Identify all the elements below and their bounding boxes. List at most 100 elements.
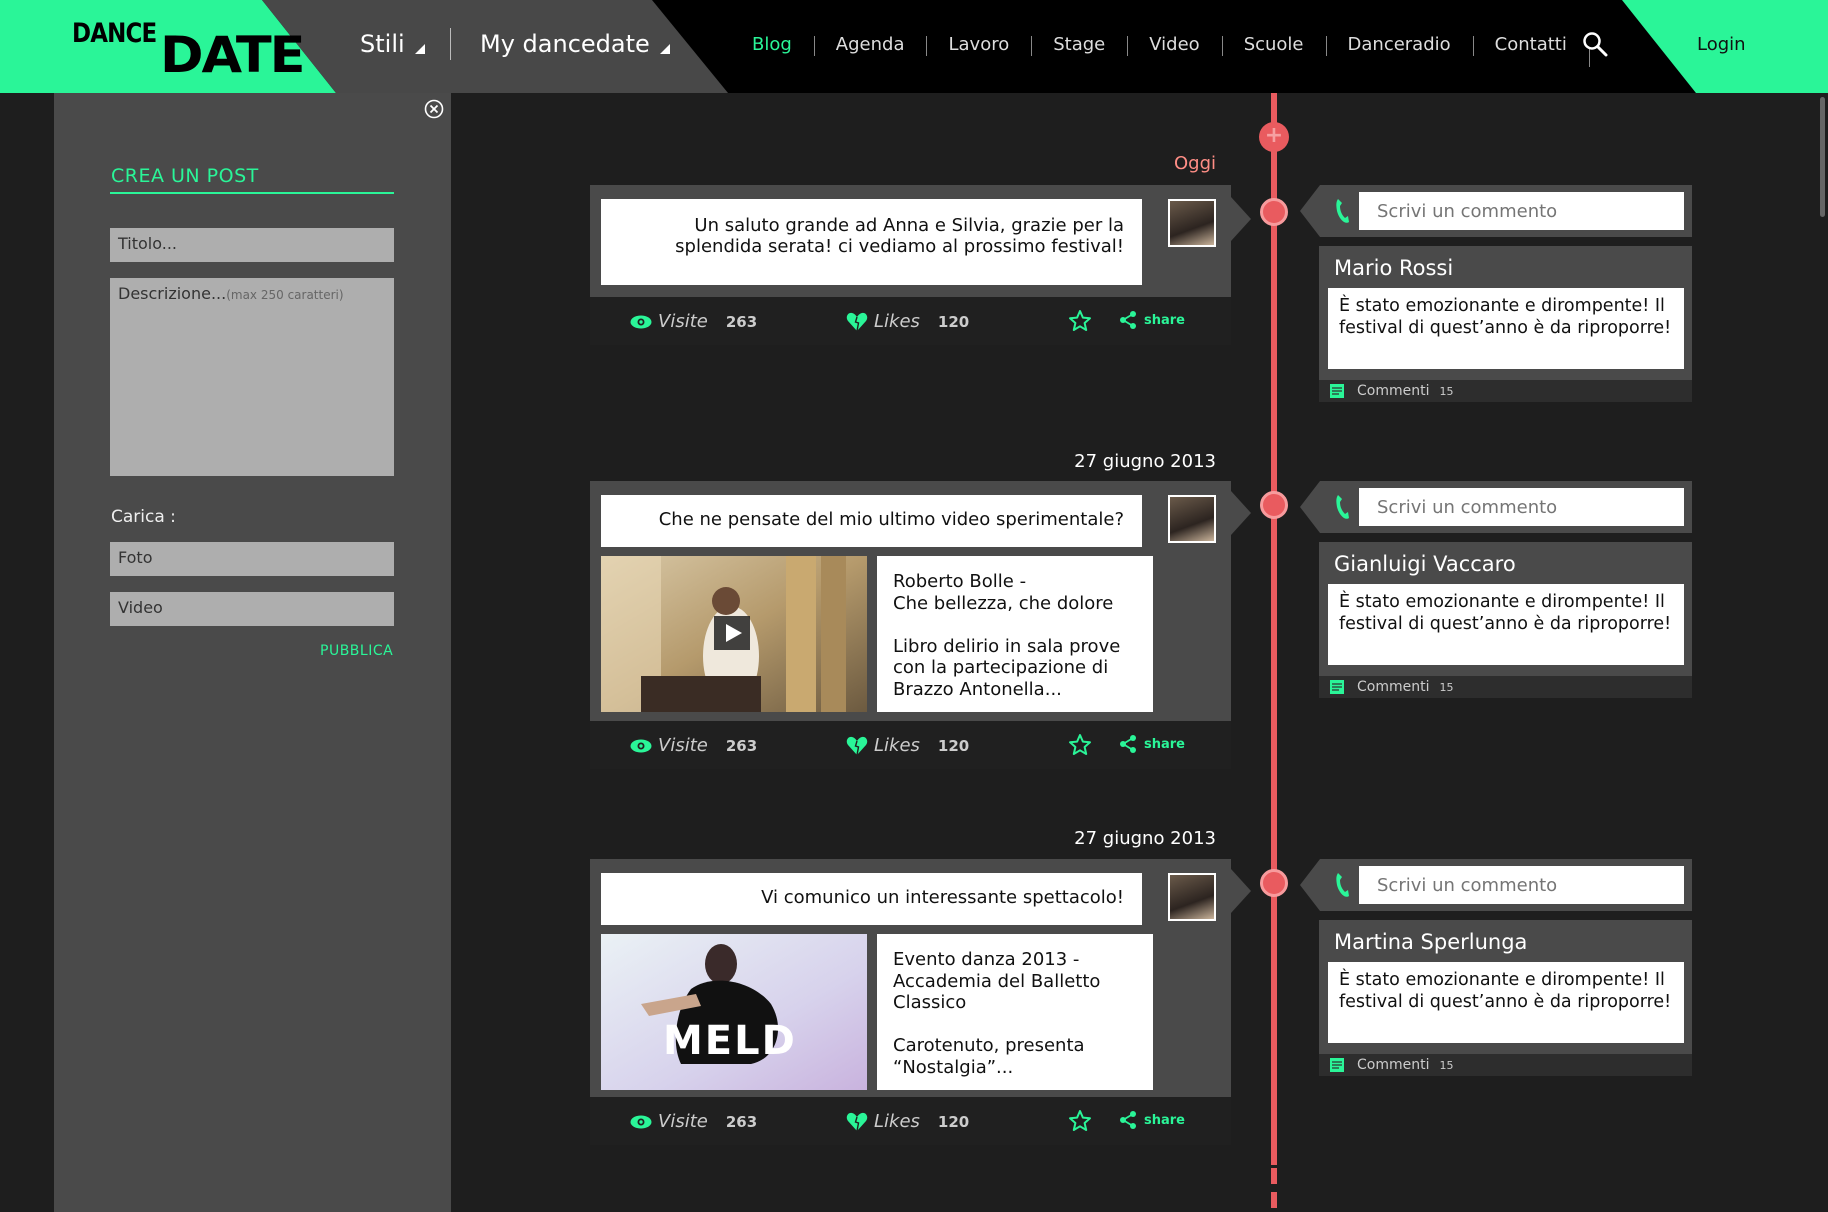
comments-label: Commenti: [1357, 383, 1430, 399]
description-hint: (max 250 caratteri): [226, 288, 344, 302]
comments-link[interactable]: Commenti 15: [1319, 676, 1692, 698]
comment-text: È stato emozionante e dirompente! Il fes…: [1328, 584, 1684, 665]
description-textarea[interactable]: Descrizione...(max 250 caratteri): [110, 278, 394, 476]
likes-label: Likes: [874, 735, 920, 756]
nav-lavoro[interactable]: Lavoro: [926, 34, 1031, 56]
post-text: Che ne pensate del mio ultimo video sper…: [601, 495, 1142, 547]
triangle-down-icon: [659, 44, 670, 54]
comments-link[interactable]: Commenti 15: [1319, 380, 1692, 402]
phone-icon: [1336, 873, 1349, 897]
nav-stage[interactable]: Stage: [1031, 34, 1127, 56]
post-pointer: [1231, 197, 1251, 241]
comments-link[interactable]: Commenti 15: [1319, 1054, 1692, 1076]
post-pointer: [1231, 869, 1251, 913]
visits-stat: Visite 263: [630, 735, 757, 756]
upload-photo-label: Foto: [118, 548, 153, 567]
dropdown-stili[interactable]: Stili: [360, 30, 425, 58]
likes-stat[interactable]: Likes 120: [846, 735, 969, 756]
share-button[interactable]: share: [1118, 310, 1185, 330]
share-label: share: [1144, 1112, 1185, 1128]
logo[interactable]: DANCE DATE: [72, 14, 306, 84]
post-pointer: [1231, 491, 1251, 535]
share-label: share: [1144, 736, 1185, 752]
nav-scuole[interactable]: Scuole: [1221, 34, 1326, 56]
nav-blog[interactable]: Blog: [730, 34, 814, 55]
post-text: Vi comunico un interessante spettacolo!: [601, 873, 1142, 925]
publish-button[interactable]: PUBBLICA: [320, 643, 393, 659]
likes-count: 120: [937, 312, 970, 331]
post-date: Oggi: [1173, 153, 1216, 174]
title-input[interactable]: Titolo...: [110, 228, 394, 262]
post-date: 27 giugno 2013: [1074, 828, 1216, 849]
visits-stat: Visite 263: [630, 311, 757, 332]
comment-author[interactable]: Gianluigi Vaccaro: [1334, 552, 1516, 576]
comment-input[interactable]: [1359, 488, 1684, 526]
comment-author[interactable]: Martina Sperlunga: [1334, 930, 1527, 954]
event-image[interactable]: MELD: [601, 934, 867, 1090]
scrollbar[interactable]: [1820, 97, 1825, 217]
search-icon[interactable]: [1582, 31, 1608, 57]
likes-label: Likes: [874, 311, 920, 332]
share-icon: [1120, 1111, 1136, 1129]
visits-count: 263: [725, 736, 758, 755]
nav-video[interactable]: Video: [1127, 34, 1221, 56]
create-post-title: CREA UN POST: [111, 165, 259, 187]
media-description: Evento danza 2013 - Accademia del Ballet…: [877, 934, 1153, 1090]
timeline-dash: [1271, 1192, 1277, 1208]
login-link[interactable]: Login: [1697, 34, 1746, 55]
video-thumbnail[interactable]: [601, 556, 867, 712]
comment-card: Martina Sperlunga È stato emozionante e …: [1319, 920, 1692, 1076]
comment-card: Mario Rossi È stato emozionante e diromp…: [1319, 246, 1692, 402]
timeline-add-button[interactable]: +: [1259, 122, 1289, 152]
star-icon[interactable]: [1068, 1109, 1092, 1133]
share-button[interactable]: share: [1118, 1110, 1185, 1130]
nav-contatti[interactable]: Contatti: [1472, 34, 1589, 56]
comments-label: Commenti: [1357, 1057, 1430, 1073]
header-divider: [450, 28, 451, 60]
visits-count: 263: [725, 312, 758, 331]
share-label: share: [1144, 312, 1185, 328]
heart-icon: [846, 1112, 868, 1131]
comments-count: 15: [1439, 384, 1454, 398]
logo-text-dance: DANCE: [72, 18, 157, 49]
comments-count: 15: [1439, 680, 1454, 694]
comment-input[interactable]: [1359, 866, 1684, 904]
eye-icon: [630, 739, 652, 752]
close-icon[interactable]: [424, 99, 444, 119]
avatar[interactable]: [1168, 495, 1216, 543]
post-card: Un saluto grande ad Anna e Silvia, grazi…: [590, 185, 1251, 345]
comment-input-box: [1300, 859, 1692, 911]
post-footer: Visite 263 Likes 120 share: [590, 1097, 1231, 1145]
likes-stat[interactable]: Likes 120: [846, 1111, 969, 1132]
visits-label: Visite: [658, 1111, 708, 1132]
timeline-dash: [1271, 1168, 1277, 1184]
title-placeholder: Titolo...: [118, 234, 177, 253]
triangle-down-icon: [414, 44, 425, 54]
upload-photo-button[interactable]: Foto: [110, 542, 394, 576]
likes-count: 120: [937, 1112, 970, 1131]
comment-input[interactable]: [1359, 192, 1684, 230]
share-button[interactable]: share: [1118, 734, 1185, 754]
comment-author[interactable]: Mario Rossi: [1334, 256, 1453, 280]
event-image-text: MELD: [663, 1018, 797, 1064]
nav-agenda[interactable]: Agenda: [813, 34, 927, 56]
post-footer: Visite 263 Likes 120 share: [590, 297, 1231, 345]
avatar[interactable]: [1168, 199, 1216, 247]
timeline-dot: [1260, 491, 1288, 519]
upload-video-button[interactable]: Video: [110, 592, 394, 626]
likes-stat[interactable]: Likes 120: [846, 311, 969, 332]
comment-text: È stato emozionante e dirompente! Il fes…: [1328, 288, 1684, 369]
star-icon[interactable]: [1068, 733, 1092, 757]
timeline-line: [1271, 93, 1277, 1165]
upload-label: Carica :: [111, 507, 176, 527]
visits-label: Visite: [658, 735, 708, 756]
comments-icon: [1330, 1058, 1344, 1072]
avatar[interactable]: [1168, 873, 1216, 921]
star-icon[interactable]: [1068, 309, 1092, 333]
comments-icon: [1330, 384, 1344, 398]
dropdown-my-label: My dancedate: [480, 30, 650, 58]
dropdown-my-dancedate[interactable]: My dancedate: [480, 30, 670, 58]
nav-danceradio[interactable]: Danceradio: [1325, 34, 1473, 56]
likes-label: Likes: [874, 1111, 920, 1132]
timeline-dot: [1260, 869, 1288, 897]
